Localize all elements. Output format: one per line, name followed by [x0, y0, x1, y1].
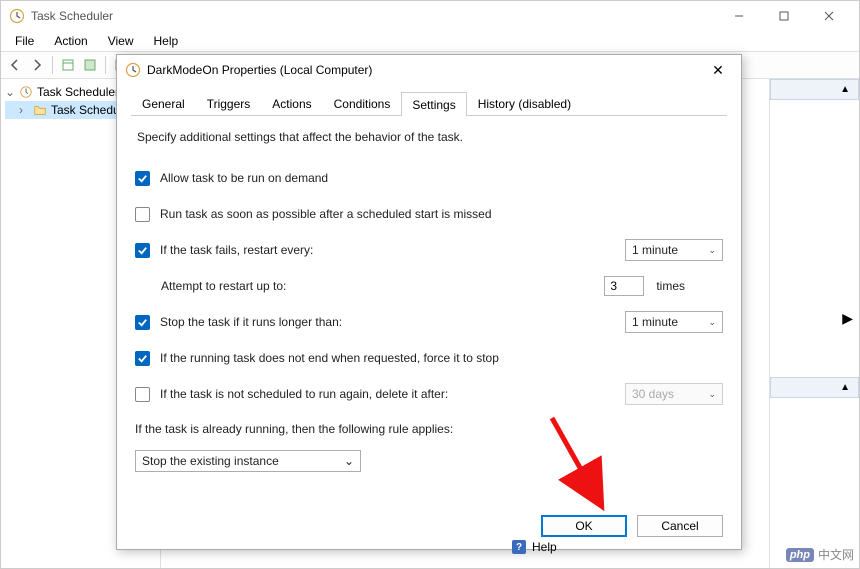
watermark: php 中文网 [786, 546, 854, 563]
label-rule-applies: If the task is already running, then the… [135, 422, 723, 436]
input-attempt-count[interactable] [604, 276, 644, 296]
tab-triggers[interactable]: Triggers [196, 91, 262, 115]
window-controls [716, 1, 851, 31]
label-attempt-restart: Attempt to restart up to: [161, 279, 286, 293]
scroll-indicator-icon: ▶ [770, 310, 859, 327]
dialog-title: DarkModeOn Properties (Local Computer) [147, 63, 372, 77]
toolbar-separator [52, 56, 53, 74]
toolbar-separator-2 [105, 56, 106, 74]
close-button[interactable] [806, 1, 851, 31]
tree-child-label: Task Schedul [51, 103, 122, 117]
label-allow-on-demand: Allow task to be run on demand [160, 171, 328, 185]
ok-button[interactable]: OK [541, 515, 627, 537]
chevron-down-icon: ⌄ [708, 245, 716, 256]
chevron-down-icon-2: ⌄ [708, 317, 716, 328]
settings-tab-body: Specify additional settings that affect … [117, 116, 741, 503]
row-stop-longer: Stop the task if it runs longer than: 1 … [135, 310, 723, 334]
expand-icon[interactable]: ⌄ [5, 85, 15, 99]
menu-help[interactable]: Help [144, 32, 189, 50]
menubar: File Action View Help [1, 31, 859, 51]
expand-icon-2[interactable]: › [19, 103, 29, 117]
minimize-button[interactable] [716, 1, 761, 31]
label-force-stop: If the running task does not end when re… [160, 351, 499, 365]
combo-running-rule[interactable]: Stop the existing instance ⌄ [135, 450, 361, 472]
dialog-clock-icon [125, 62, 141, 78]
combo-delete-after: 30 days⌄ [625, 383, 723, 405]
checkbox-force-stop[interactable] [135, 351, 150, 366]
app-clock-icon [9, 8, 25, 24]
combo-stop-duration[interactable]: 1 minute⌄ [625, 311, 723, 333]
row-delete-after: If the task is not scheduled to run agai… [135, 382, 723, 406]
checkbox-stop-longer[interactable] [135, 315, 150, 330]
label-restart-every: If the task fails, restart every: [160, 243, 313, 257]
checkbox-run-asap[interactable] [135, 207, 150, 222]
actions-header-2[interactable]: ▲ [770, 377, 859, 398]
settings-intro: Specify additional settings that affect … [135, 130, 723, 144]
folder-icon [33, 103, 47, 117]
help-strip: ? Help [512, 540, 557, 554]
back-button[interactable] [5, 55, 25, 75]
row-attempt-restart: Attempt to restart up to: times [135, 274, 723, 298]
row-force-stop: If the running task does not end when re… [135, 346, 723, 370]
menu-view[interactable]: View [98, 32, 144, 50]
collapse-icon: ▲ [840, 84, 850, 95]
tab-conditions[interactable]: Conditions [323, 91, 402, 115]
php-badge-icon: php [786, 548, 814, 562]
chevron-down-icon-3: ⌄ [708, 389, 716, 400]
app-title: Task Scheduler [31, 9, 113, 23]
menu-action[interactable]: Action [44, 32, 97, 50]
dialog-tabs: General Triggers Actions Conditions Sett… [131, 91, 727, 116]
help-icon: ? [512, 540, 526, 554]
tree-clock-icon [19, 85, 33, 99]
checkbox-restart-every[interactable] [135, 243, 150, 258]
label-run-asap: Run task as soon as possible after a sch… [160, 207, 492, 221]
label-stop-longer: Stop the task if it runs longer than: [160, 315, 342, 329]
collapse-icon-2: ▲ [840, 382, 850, 393]
toolbar-refresh-icon[interactable] [80, 55, 100, 75]
forward-button[interactable] [27, 55, 47, 75]
help-label: Help [532, 540, 557, 554]
dialog-close-button[interactable]: ✕ [703, 62, 733, 79]
actions-pane: ▲ ▶ ▲ [769, 79, 859, 568]
toolbar-action-icon[interactable] [58, 55, 78, 75]
dialog-titlebar: DarkModeOn Properties (Local Computer) ✕ [117, 55, 741, 85]
menu-file[interactable]: File [5, 32, 44, 50]
checkbox-delete-after[interactable] [135, 387, 150, 402]
row-restart-every: If the task fails, restart every: 1 minu… [135, 238, 723, 262]
properties-dialog: DarkModeOn Properties (Local Computer) ✕… [116, 54, 742, 550]
chevron-down-icon-4: ⌄ [344, 454, 354, 468]
actions-header-1[interactable]: ▲ [770, 79, 859, 100]
row-run-asap: Run task as soon as possible after a sch… [135, 202, 723, 226]
tab-actions[interactable]: Actions [261, 91, 322, 115]
label-delete-after: If the task is not scheduled to run agai… [160, 387, 448, 401]
combo-restart-interval[interactable]: 1 minute⌄ [625, 239, 723, 261]
row-allow-on-demand: Allow task to be run on demand [135, 166, 723, 190]
tab-general[interactable]: General [131, 91, 196, 115]
maximize-button[interactable] [761, 1, 806, 31]
cancel-button[interactable]: Cancel [637, 515, 723, 537]
checkbox-allow-on-demand[interactable] [135, 171, 150, 186]
tab-history[interactable]: History (disabled) [467, 91, 582, 115]
main-titlebar: Task Scheduler [1, 1, 859, 31]
tab-settings[interactable]: Settings [401, 92, 466, 116]
watermark-text: 中文网 [818, 546, 854, 563]
label-times: times [656, 279, 685, 293]
dialog-button-bar: OK Cancel [117, 503, 741, 549]
